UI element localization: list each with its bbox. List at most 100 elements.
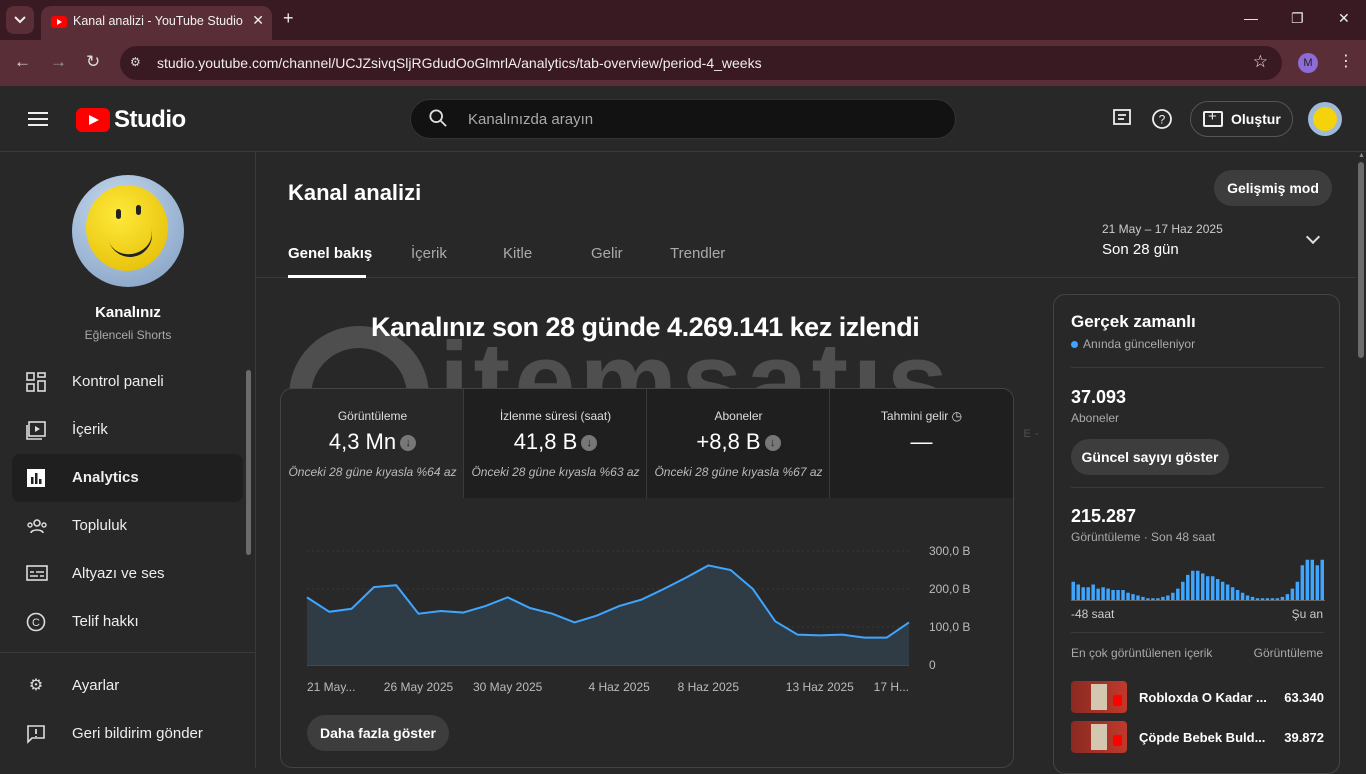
sidebar-item-community[interactable]: Topluluk bbox=[12, 502, 243, 550]
smiley-icon bbox=[1313, 107, 1337, 131]
realtime-bar bbox=[1210, 576, 1215, 601]
metric-subscribers[interactable]: Aboneler +8,8 B ↓ Önceki 28 güne kıyasla … bbox=[647, 389, 830, 498]
views-chart[interactable]: 300,0 B 200,0 B 100,0 B 0 21 May... 26 May 20… bbox=[281, 529, 1014, 709]
restore-icon[interactable]: ❐ bbox=[1291, 10, 1304, 27]
channel-name: Kanalınız bbox=[95, 304, 161, 321]
youtube-favicon-icon bbox=[51, 16, 67, 28]
chart-y-tick-label: 200,0 B bbox=[929, 582, 970, 596]
reload-icon[interactable]: ↻ bbox=[86, 52, 100, 72]
realtime-bar-chart[interactable] bbox=[1071, 557, 1325, 601]
realtime-bar bbox=[1121, 590, 1125, 601]
community-icon bbox=[26, 516, 47, 536]
sidebar-item-dashboard[interactable]: Kontrol paneli bbox=[12, 358, 243, 406]
sidebar-item-settings[interactable]: ⚙ Ayarlar bbox=[12, 662, 243, 710]
metric-compare: Önceki 28 güne kıyasla %64 az bbox=[288, 465, 457, 479]
tab-list-button[interactable] bbox=[6, 6, 34, 34]
content-icon bbox=[26, 420, 46, 440]
show-current-count-button[interactable]: Güncel sayıyı göster bbox=[1071, 439, 1229, 475]
metric-value: 4,3 Mn ↓ bbox=[281, 429, 464, 455]
forward-icon[interactable]: → bbox=[50, 52, 67, 72]
channel-avatar[interactable] bbox=[72, 175, 184, 287]
bookmark-star-icon[interactable]: ☆ bbox=[1253, 52, 1268, 72]
new-tab-icon[interactable]: + bbox=[283, 8, 294, 29]
studio-logo[interactable]: Studio bbox=[76, 106, 186, 134]
video-thumbnail bbox=[1071, 721, 1127, 753]
metric-value: +8,8 B ↓ bbox=[647, 429, 830, 455]
tab-overview[interactable]: Genel bakış bbox=[288, 245, 372, 262]
browser-tabbar: Kanal analizi - YouTube Studio ✕ + — ❐ ✕ bbox=[0, 0, 1366, 40]
realtime-bar bbox=[1200, 573, 1205, 601]
site-settings-icon[interactable]: ⚙ bbox=[130, 55, 141, 69]
svg-text:C: C bbox=[32, 617, 40, 629]
top-content-row[interactable]: Çöpde Bebek Buld... 39.872 bbox=[1071, 721, 1324, 753]
page-scrollbar-thumb[interactable] bbox=[1358, 162, 1364, 358]
create-button[interactable]: Oluştur bbox=[1190, 101, 1293, 137]
sidebar-item-analytics[interactable]: Analytics bbox=[12, 454, 243, 502]
search-placeholder: Kanalınızda arayın bbox=[468, 111, 594, 128]
video-title: Çöpde Bebek Buld... bbox=[1139, 730, 1266, 745]
metric-revenue[interactable]: Tahmini gelir ◷ — bbox=[830, 389, 1013, 498]
search-input[interactable]: Kanalınızda arayın bbox=[410, 99, 956, 139]
top-content-row[interactable]: Robloxda O Kadar ... 63.340 bbox=[1071, 681, 1324, 713]
video-thumbnail bbox=[1071, 681, 1127, 713]
browser-menu-icon[interactable]: ⋮ bbox=[1338, 51, 1354, 71]
chart-x-tick-label: 13 Haz 2025 bbox=[786, 680, 854, 694]
realtime-bar bbox=[1171, 592, 1175, 601]
metric-value-text: +8,8 B bbox=[696, 429, 761, 454]
realtime-live-status: Anında güncelleniyor bbox=[1071, 337, 1195, 351]
scroll-up-icon[interactable]: ▲ bbox=[1358, 152, 1365, 159]
dashboard-icon bbox=[26, 372, 46, 392]
sidebar-scrollbar[interactable] bbox=[246, 370, 251, 555]
page-title: Kanal analizi bbox=[288, 180, 422, 205]
realtime-bar bbox=[1310, 559, 1315, 601]
tab-trends[interactable]: Trendler bbox=[670, 245, 725, 262]
realtime-bar bbox=[1081, 587, 1085, 601]
arrow-down-icon: ↓ bbox=[400, 435, 417, 452]
browser-tab[interactable]: Kanal analizi - YouTube Studio ✕ bbox=[41, 6, 272, 40]
metric-value-text: 4,3 Mn bbox=[328, 429, 397, 454]
chart-y-tick-label: 300,0 B bbox=[929, 544, 970, 558]
close-tab-icon[interactable]: ✕ bbox=[252, 12, 264, 29]
chart-x-tick-label: 21 May... bbox=[307, 680, 355, 694]
sidebar-item-feedback[interactable]: Geri bildirim gönder bbox=[12, 710, 243, 758]
sidebar-item-content[interactable]: İçerik bbox=[12, 406, 243, 454]
realtime-bar bbox=[1086, 587, 1090, 601]
sidebar-item-subtitles[interactable]: Altyazı ve ses bbox=[12, 550, 243, 598]
sidebar-item-copyright[interactable]: C Telif hakkı bbox=[12, 598, 243, 646]
realtime-views-value: 215.287 bbox=[1071, 506, 1137, 526]
show-more-button[interactable]: Daha fazla göster bbox=[307, 715, 449, 751]
realtime-bar bbox=[1230, 587, 1235, 601]
realtime-bar bbox=[1315, 565, 1320, 601]
help-icon[interactable]: ? bbox=[1151, 108, 1173, 135]
analytics-icon bbox=[26, 468, 46, 488]
back-icon[interactable]: ← bbox=[14, 52, 31, 72]
realtime-bar bbox=[1300, 565, 1305, 601]
realtime-bar bbox=[1285, 594, 1290, 601]
video-views: 39.872 bbox=[1284, 730, 1324, 745]
metric-watch-time[interactable]: İzlenme süresi (saat) 41,8 B ↓ Önceki 28 … bbox=[464, 389, 647, 498]
account-avatar[interactable] bbox=[1308, 102, 1342, 136]
minimize-icon[interactable]: — bbox=[1244, 10, 1258, 26]
realtime-bar bbox=[1131, 594, 1135, 601]
video-views: 63.340 bbox=[1284, 690, 1324, 705]
messages-icon[interactable] bbox=[1112, 108, 1132, 133]
tab-content[interactable]: İçerik bbox=[411, 245, 447, 262]
realtime-bar bbox=[1106, 588, 1110, 601]
hamburger-menu-icon[interactable] bbox=[28, 112, 48, 126]
sidebar-item-label: Telif hakkı bbox=[72, 613, 139, 630]
realtime-bar bbox=[1320, 559, 1324, 601]
arrow-down-icon: ↓ bbox=[764, 435, 781, 452]
metric-views[interactable]: Görüntüleme 4,3 Mn ↓ Önceki 28 güne kıyas… bbox=[281, 389, 464, 498]
chart-x-tick-label: 4 Haz 2025 bbox=[588, 680, 650, 694]
studio-logo-text: Studio bbox=[114, 106, 186, 133]
metric-label: İzlenme süresi (saat) bbox=[499, 409, 612, 423]
page-scrollbar[interactable]: ▲ bbox=[1356, 152, 1366, 768]
window-close-icon[interactable]: ✕ bbox=[1338, 10, 1350, 27]
realtime-bar bbox=[1240, 592, 1245, 601]
address-bar[interactable]: ⚙ studio.youtube.com/channel/UCJZsivqSlj… bbox=[120, 46, 1282, 80]
browser-profile-avatar[interactable]: M bbox=[1298, 53, 1318, 73]
advanced-mode-button[interactable]: Gelişmiş mod bbox=[1214, 170, 1332, 206]
channel-subtitle: Eğlenceli Shorts bbox=[84, 328, 172, 342]
tab-audience[interactable]: Kitle bbox=[503, 245, 532, 262]
tab-revenue[interactable]: Gelir bbox=[591, 245, 623, 262]
